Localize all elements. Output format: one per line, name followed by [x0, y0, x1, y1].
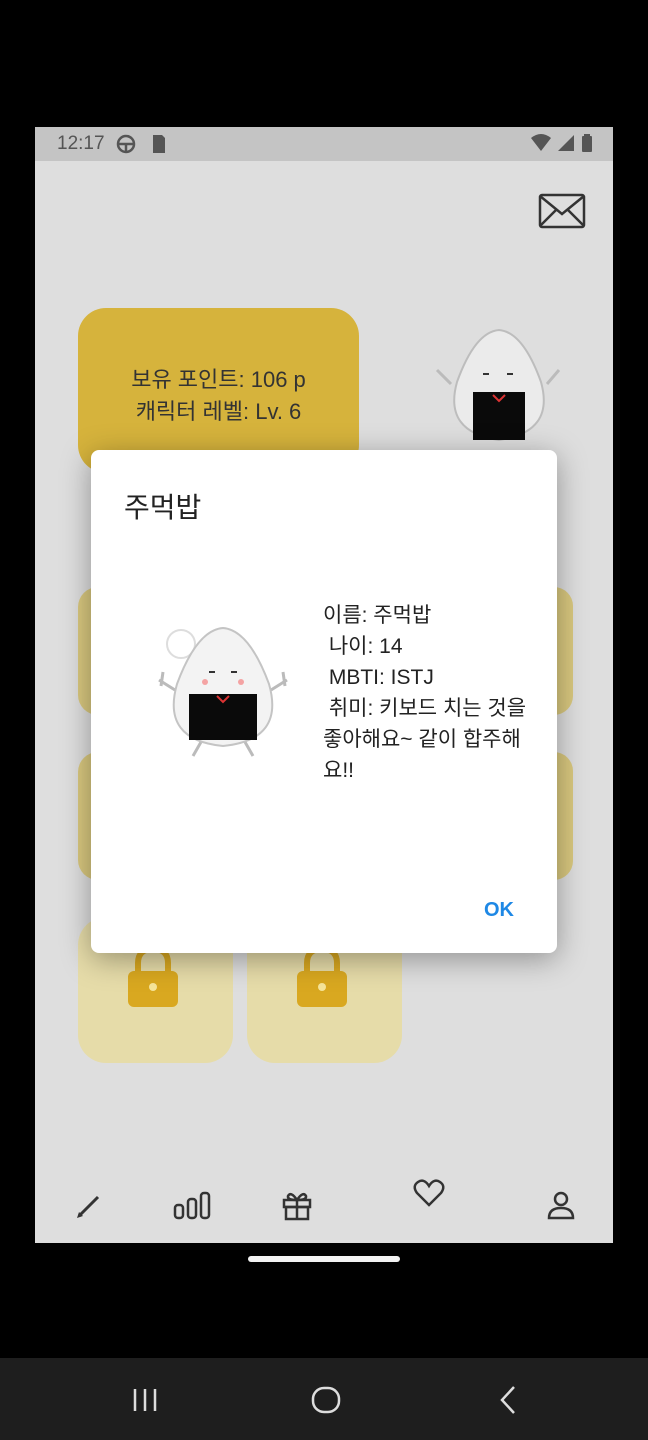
recent-apps-button[interactable]	[125, 1380, 165, 1420]
points-card: 보유 포인트: 106 p 캐릭터 레벨: Lv. 6	[78, 308, 359, 473]
home-icon	[311, 1386, 341, 1414]
rice-ball-mascot-icon	[435, 328, 561, 442]
envelope-icon[interactable]	[538, 193, 586, 229]
system-nav-bar	[0, 1358, 648, 1440]
back-icon	[500, 1386, 515, 1414]
wifi-icon	[530, 134, 551, 151]
battery-icon	[582, 134, 592, 152]
signal-icon	[558, 135, 575, 151]
nav-favorites[interactable]	[409, 1173, 449, 1213]
status-time: 12:17	[57, 133, 105, 154]
lock-icon	[297, 945, 347, 1007]
dialog-title: 주먹밥	[124, 492, 202, 523]
person-icon	[547, 1191, 575, 1220]
points-line: 보유 포인트: 106 p	[131, 367, 306, 392]
home-indicator	[248, 1256, 400, 1262]
nav-profile[interactable]	[541, 1185, 581, 1225]
gift-icon	[282, 1192, 312, 1221]
bottom-nav	[35, 1167, 613, 1243]
nav-write[interactable]	[68, 1185, 108, 1225]
points-card-text: 보유 포인트: 106 p 캐릭터 레벨: Lv. 6	[78, 364, 359, 428]
status-left-icons	[115, 133, 167, 160]
nav-gift[interactable]	[277, 1185, 317, 1225]
status-right-icons	[530, 134, 593, 157]
sync-icon	[116, 134, 136, 154]
sim-icon	[152, 135, 165, 153]
nav-stats[interactable]	[172, 1185, 212, 1225]
back-button[interactable]	[488, 1380, 528, 1420]
lock-icon	[128, 945, 178, 1007]
bar-chart-icon	[173, 1191, 211, 1220]
pencil-icon	[77, 1195, 100, 1218]
home-button[interactable]	[306, 1380, 346, 1420]
rice-ball-mascot-icon	[158, 626, 288, 757]
heart-icon	[413, 1179, 445, 1207]
level-line: 캐릭터 레벨: Lv. 6	[135, 399, 302, 424]
character-dialog: 주먹밥 이름: 주먹밥 나이: 14 MBTI: ISTJ 취미: 키보드 치는…	[91, 450, 557, 953]
ok-button[interactable]: OK	[471, 892, 527, 928]
status-bar: 12:17	[35, 127, 613, 161]
dialog-body: 이름: 주먹밥 나이: 14 MBTI: ISTJ 취미: 키보드 치는 것을 …	[323, 604, 527, 782]
recent-apps-icon	[133, 1389, 157, 1411]
